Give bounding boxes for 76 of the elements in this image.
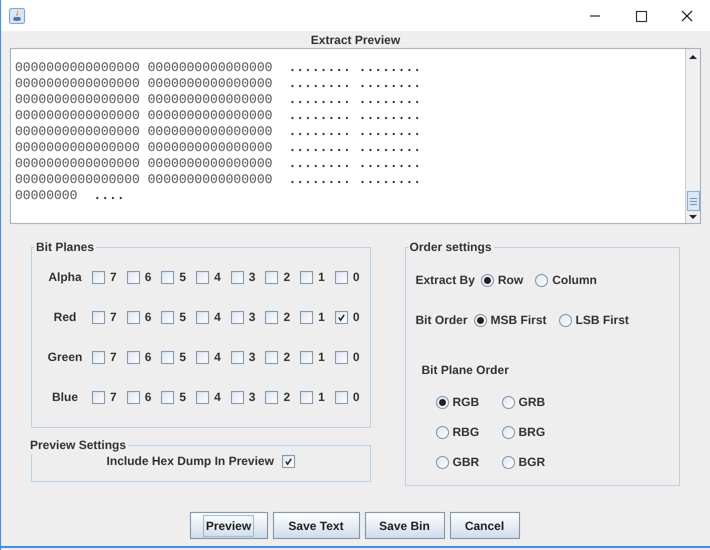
bit-label: 0 <box>352 389 360 406</box>
bit-label: 5 <box>179 309 186 326</box>
option-label: BGR <box>518 454 546 471</box>
group-title: Bit Planes <box>35 239 96 256</box>
bit-label: 0 <box>352 309 360 326</box>
bit-label: 5 <box>179 269 186 286</box>
option-label: MSB First <box>490 312 547 329</box>
button[interactable]: Preview <box>190 512 268 539</box>
bit-label: 3 <box>248 269 256 286</box>
bit-label: 1 <box>318 269 325 286</box>
ascii-text: ........ ........ <box>288 75 422 94</box>
option-label: Column <box>552 272 597 289</box>
group-title: Preview Settings <box>29 437 128 454</box>
button[interactable]: Save Bin <box>364 512 444 539</box>
ascii-text: .... <box>93 187 125 206</box>
hex-text: 0000000000000000 0000000000000000 <box>15 123 272 142</box>
option-label: LSB First <box>576 312 629 329</box>
bit-label: 6 <box>144 309 152 326</box>
option-label: Row <box>498 272 524 289</box>
panel-title: Extract Preview <box>310 32 400 49</box>
bit-label: 2 <box>283 389 290 406</box>
bit-label: 7 <box>110 309 117 326</box>
bit-label: 1 <box>318 349 325 366</box>
hex-text: 0000000000000000 0000000000000000 <box>15 91 272 110</box>
option-label: Include Hex Dump In Preview <box>106 453 274 470</box>
row-label: Blue <box>50 389 79 406</box>
hex-text: 0000000000000000 0000000000000000 <box>15 75 272 94</box>
ascii-text: ........ ........ <box>288 91 422 110</box>
ascii-text: ........ ........ <box>288 59 422 78</box>
hex-text: 00000000 <box>15 187 78 206</box>
hex-text: 0000000000000000 0000000000000000 <box>15 171 272 190</box>
option-label: GBR <box>452 454 480 471</box>
bit-label: 4 <box>214 389 221 406</box>
option-label: RGB <box>452 394 480 411</box>
hex-text: 0000000000000000 0000000000000000 <box>15 107 272 126</box>
bit-label: 0 <box>352 349 360 366</box>
bit-label: 1 <box>318 309 325 326</box>
bit-label: 3 <box>248 349 256 366</box>
bit-label: 2 <box>283 309 290 326</box>
ascii-text: ........ ........ <box>288 123 422 142</box>
bit-label: 7 <box>110 389 117 406</box>
row-label: Green <box>46 349 84 366</box>
section-title: Bit Plane Order <box>422 362 510 379</box>
bit-label: 4 <box>214 309 221 326</box>
bit-label: 3 <box>248 309 256 326</box>
bit-label: 7 <box>110 269 117 286</box>
ascii-text: ........ ........ <box>288 139 422 158</box>
bit-label: 0 <box>352 269 360 286</box>
bit-label: 1 <box>318 389 325 406</box>
bit-label: 3 <box>248 389 256 406</box>
field-label: Bit Order <box>416 312 468 329</box>
row-label: Red <box>52 309 78 326</box>
ascii-text: ........ ........ <box>288 171 422 190</box>
hex-text: 0000000000000000 0000000000000000 <box>15 59 272 78</box>
field-label: Extract By <box>416 272 475 289</box>
button[interactable]: Cancel <box>450 512 520 539</box>
row-label: Alpha <box>47 269 83 286</box>
bit-label: 7 <box>110 349 117 366</box>
option-label: RBG <box>452 424 480 441</box>
bit-label: 2 <box>283 349 290 366</box>
ascii-text: ........ ........ <box>288 107 422 126</box>
bit-label: 4 <box>214 269 221 286</box>
bit-label: 6 <box>144 269 152 286</box>
bit-label: 4 <box>214 349 221 366</box>
ascii-text: ........ ........ <box>288 155 422 174</box>
hex-text: 0000000000000000 0000000000000000 <box>15 139 272 158</box>
bit-label: 2 <box>283 269 290 286</box>
option-label: GRB <box>518 394 546 411</box>
bit-label: 6 <box>144 349 152 366</box>
bit-label: 5 <box>179 389 186 406</box>
option-label: BRG <box>518 424 546 441</box>
bit-label: 6 <box>144 389 152 406</box>
button[interactable]: Save Text <box>272 512 360 539</box>
group-title: Order settings <box>408 239 493 256</box>
bit-label: 5 <box>179 349 186 366</box>
hex-text: 0000000000000000 0000000000000000 <box>15 155 272 174</box>
